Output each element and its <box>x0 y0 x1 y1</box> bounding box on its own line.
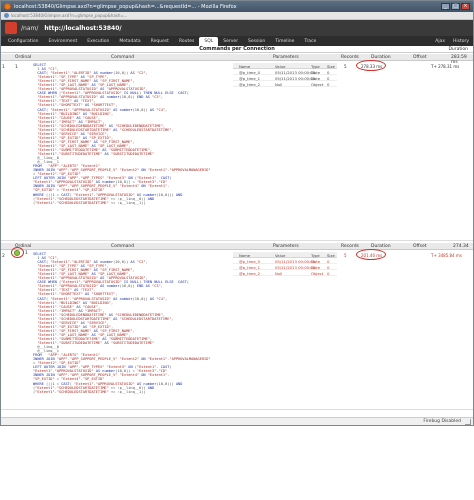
ordinal: 1 <box>15 65 18 70</box>
tab-environment[interactable]: Environment <box>44 37 83 46</box>
records-1: 5 <box>344 64 347 69</box>
title-bar: localhost:53840/Glimpse.axd?n=glimpse_po… <box>1 1 473 12</box>
tab-bar: Configuration Environment Execution Metadat… <box>1 36 473 46</box>
minimize-button[interactable]: _ <box>441 3 450 10</box>
tab-routes[interactable]: Routes <box>174 37 199 46</box>
sql-line: ("Extent1"."SCHEDULEDSTARTDATETIME" <= :… <box>33 200 146 205</box>
url-text: localhost:53840/Glimpse.axd?n=glimpse_po… <box>11 13 128 18</box>
browser-window: localhost:53840/Glimpse.axd?n=glimpse_po… <box>0 0 474 426</box>
globe-icon <box>4 13 9 18</box>
highlight-circle <box>356 60 386 71</box>
param-name: @p_time_2 <box>239 82 260 87</box>
tab-session[interactable]: Session <box>243 37 270 46</box>
records-2: 5 <box>344 253 347 258</box>
param-name: @p_time_2 <box>239 271 260 276</box>
tab-timeline[interactable]: Timeline <box>270 37 299 46</box>
window-title: localhost:53840/Glimpse.axd?n=glimpse_po… <box>14 3 237 10</box>
param-value: Null <box>275 82 283 87</box>
url-bar[interactable]: localhost:53840/Glimpse.axd?n=glimpse_po… <box>1 12 473 20</box>
highlight-circle <box>11 247 24 258</box>
param-size: 0 <box>327 271 330 276</box>
tab-configuration[interactable]: Configuration <box>3 37 44 46</box>
column-headers-2: Ordinal Command Parameters Records Durat… <box>1 243 473 250</box>
glimpse-header: /nam/ http://localhost:53840/ <box>1 20 473 36</box>
glimpse-host: http://localhost:53840/ <box>44 24 122 32</box>
firefox-icon <box>4 3 11 10</box>
column-headers-1: Ordinal Command Parameters Records Durat… <box>1 54 473 65</box>
section-duration-label: Duration <box>448 47 468 52</box>
close-button[interactable]: × <box>461 3 470 10</box>
glimpse-host-prefix: /nam/ <box>21 24 39 32</box>
glimpse-logo-icon <box>5 22 17 34</box>
highlight-circle <box>356 249 386 260</box>
parameter-row: @p_time_2 Null Object 0 <box>233 270 337 276</box>
param-size: 0 <box>327 82 330 87</box>
tab-ajax[interactable]: Ajax <box>431 37 449 46</box>
ordinal: 1 <box>25 251 28 256</box>
param-value: Null <box>275 271 283 276</box>
status-text: Firebug Disabled <box>423 419 461 424</box>
sql-command-2[interactable]: SELECT 1 AS "C1", CAST( "Extent1"."ALERT… <box>33 252 211 394</box>
section-title: Commands per Connection Duration <box>1 46 473 53</box>
tab-server[interactable]: Server <box>218 37 243 46</box>
tab-history[interactable]: History <box>449 37 473 46</box>
tab-request[interactable]: Request <box>146 37 174 46</box>
tab-execution[interactable]: Execution <box>82 37 114 46</box>
table-row[interactable]: 1 1 SELECT 1 AS "C1", CAST( "Extent1"."A… <box>1 60 473 241</box>
offset-1: T+ 278.31 ms <box>431 64 460 69</box>
table-row[interactable]: 2 1 SELECT 1 AS "C1", CAST( "Extent1"."A… <box>1 247 473 410</box>
parameters-table-2: Name Value Type Size @p_time_0 05/11/2013 00:… <box>233 252 337 276</box>
offset-2: T+ 3485.84 ms <box>431 253 462 258</box>
tab-metadata[interactable]: Metadata <box>114 37 145 46</box>
tab-trace[interactable]: Trace <box>299 37 321 46</box>
param-type: Object <box>311 82 324 87</box>
maximize-button[interactable]: □ <box>451 3 460 10</box>
sql-command-1[interactable]: SELECT 1 AS "C1", CAST( "Extent1"."ALERT… <box>33 63 211 205</box>
connection-duration-2: 274.34 <box>453 244 469 249</box>
status-bar: Firebug Disabled <box>1 417 473 425</box>
param-type: Object <box>311 271 324 276</box>
parameters-table-1: Name Value Type Size @p_time_0 05/11/2013 00:… <box>233 63 337 87</box>
tab-sql[interactable]: SQL <box>199 37 219 46</box>
sql-line: ("Extent1"."SCHEDULEDSTARTDATETIME" <= :… <box>33 389 146 394</box>
sql-panel: Commands per Connection Duration Ordinal… <box>1 46 473 418</box>
parameter-row: @p_time_2 Null Object 0 <box>233 81 337 87</box>
resize-grip-icon[interactable] <box>465 419 471 425</box>
